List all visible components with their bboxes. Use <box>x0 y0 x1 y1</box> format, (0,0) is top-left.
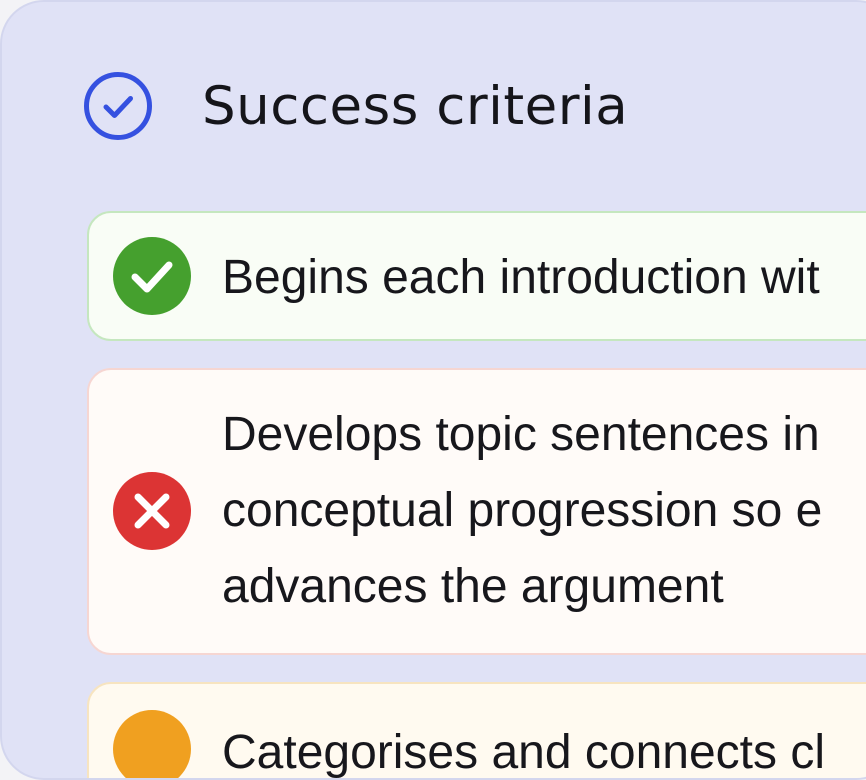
criterion-text: Begins each introduction wit <box>222 251 820 304</box>
criterion-text: Categorises and connects cl <box>222 726 825 779</box>
criterion-text-line: Develops topic sentences in <box>222 408 820 461</box>
x-circle-icon <box>113 472 191 550</box>
check-circle-icon <box>113 237 191 315</box>
panel-header: Success criteria <box>82 68 628 144</box>
page-title: Success criteria <box>202 75 629 137</box>
criterion-card-partial[interactable]: Categorises and connects cl <box>87 682 866 779</box>
warning-circle-icon <box>113 710 191 778</box>
criterion-text-line: advances the argument <box>222 560 724 613</box>
criterion-text: Develops topic sentences in conceptual p… <box>222 397 866 625</box>
success-criteria-panel: Success criteria Begins each introductio… <box>0 0 866 780</box>
criterion-text-line: conceptual progression so e <box>222 484 823 537</box>
check-circle-outline-icon <box>84 72 152 140</box>
criterion-card-unmet[interactable]: Develops topic sentences in conceptual p… <box>87 368 866 655</box>
criterion-card-met[interactable]: Begins each introduction wit <box>87 211 866 341</box>
